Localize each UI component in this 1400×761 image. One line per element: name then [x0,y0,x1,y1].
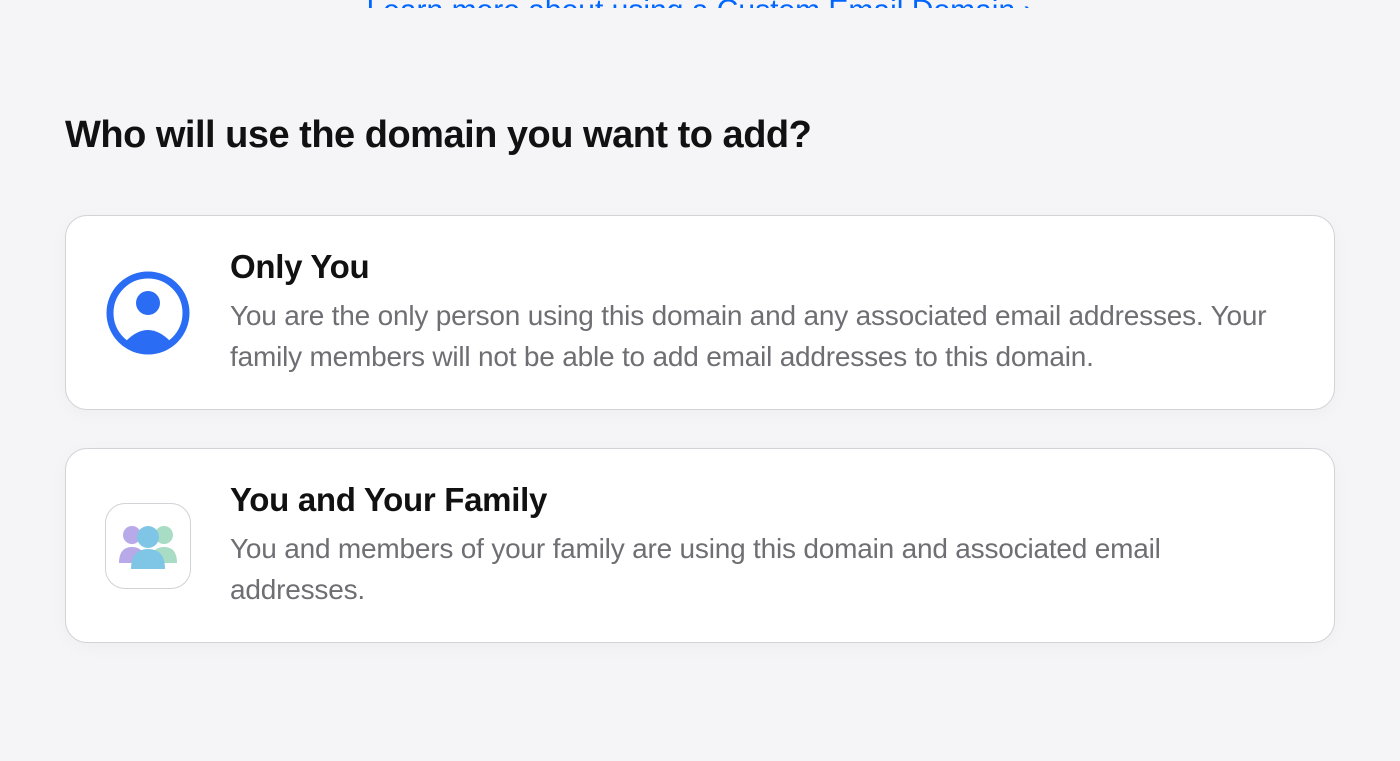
option-only-you-title: Only You [230,248,1296,286]
learn-more-link[interactable]: Learn more about using a Custom Email Do… [65,0,1335,8]
option-family-title: You and Your Family [230,481,1296,519]
page-heading: Who will use the domain you want to add? [65,114,1335,157]
option-only-you[interactable]: Only You You are the only person using t… [65,215,1335,410]
family-group-icon [105,503,191,589]
option-family-description: You and members of your family are using… [230,529,1296,610]
option-only-you-description: You are the only person using this domai… [230,296,1296,377]
person-circle-icon [104,270,192,356]
option-you-and-family[interactable]: You and Your Family You and members of y… [65,448,1335,643]
